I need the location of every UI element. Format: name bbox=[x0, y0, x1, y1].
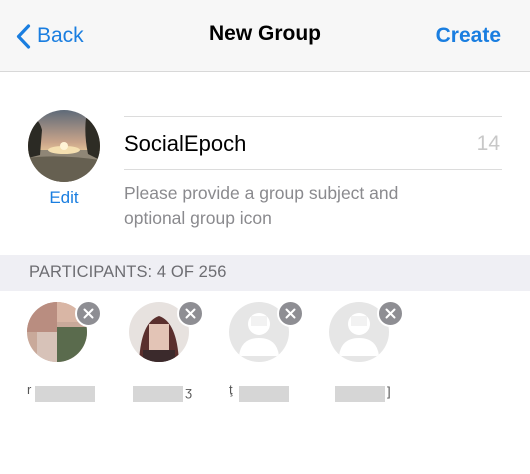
remove-participant-button[interactable] bbox=[277, 300, 304, 327]
back-label: Back bbox=[37, 24, 84, 47]
back-button[interactable]: Back bbox=[16, 20, 84, 52]
edit-group-icon-link[interactable]: Edit bbox=[28, 188, 100, 208]
close-icon bbox=[285, 308, 296, 319]
participant-item[interactable]: ] bbox=[329, 300, 429, 410]
divider bbox=[124, 169, 502, 170]
remove-participant-button[interactable] bbox=[177, 300, 204, 327]
participant-name: ] bbox=[329, 382, 409, 404]
participant-name: r bbox=[27, 382, 107, 404]
remove-participant-button[interactable] bbox=[75, 300, 102, 327]
participants-section-header: PARTICIPANTS: 4 OF 256 bbox=[0, 255, 530, 291]
sunset-photo bbox=[28, 110, 100, 182]
subject-hint-text: Please provide a group subject and optio… bbox=[124, 183, 399, 228]
divider bbox=[124, 116, 502, 117]
close-icon bbox=[83, 308, 94, 319]
chevron-left-icon bbox=[16, 23, 31, 49]
create-button[interactable]: Create bbox=[436, 24, 501, 48]
participant-item[interactable]: ţ bbox=[229, 300, 329, 410]
remove-participant-button[interactable] bbox=[377, 300, 404, 327]
participant-name: ӡ bbox=[129, 382, 209, 404]
participant-item[interactable]: r bbox=[27, 300, 127, 410]
close-icon bbox=[185, 308, 196, 319]
participant-item[interactable]: ӡ bbox=[129, 300, 229, 410]
group-subject-input[interactable] bbox=[124, 128, 454, 160]
close-icon bbox=[385, 308, 396, 319]
participant-name: ţ bbox=[229, 382, 309, 404]
group-icon-image[interactable] bbox=[28, 110, 100, 182]
participants-count-label: PARTICIPANTS: 4 OF 256 bbox=[29, 263, 227, 281]
navigation-bar: Back New Group Create bbox=[0, 0, 530, 72]
character-count: 14 bbox=[476, 132, 500, 155]
